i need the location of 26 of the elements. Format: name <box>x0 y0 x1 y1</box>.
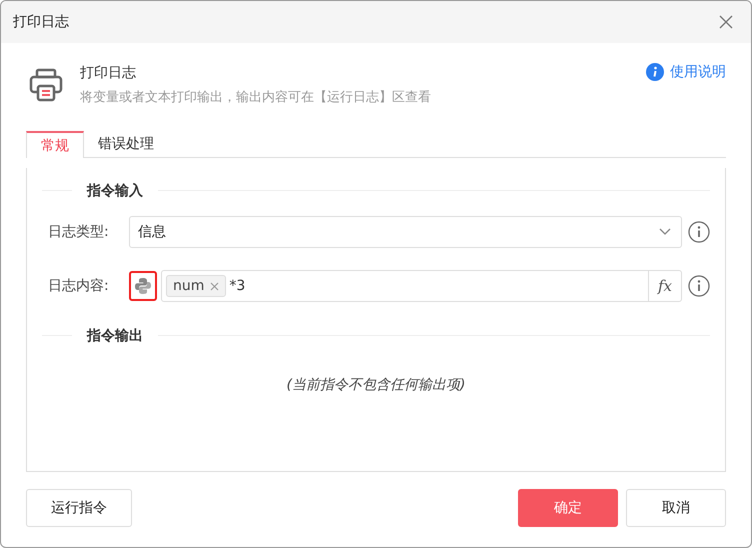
chevron-down-icon <box>659 228 671 236</box>
header-title: 打印日志 <box>80 64 137 82</box>
header-description: 将变量或者文本打印输出，输出内容可在【运行日志】区查看 <box>80 89 432 106</box>
tab[interactable]: 错误处理 <box>84 131 168 157</box>
section-title: 指令输入 <box>72 183 158 199</box>
field-label: 日志类型: <box>47 223 110 241</box>
close-icon[interactable] <box>719 15 733 29</box>
select-field[interactable]: 信息 <box>129 216 682 248</box>
info-icon[interactable] <box>688 275 710 297</box>
python-toggle[interactable] <box>129 271 157 301</box>
function-button[interactable]: fx <box>648 271 681 301</box>
remove-icon[interactable] <box>210 282 220 290</box>
button[interactable]: 取消 <box>626 489 726 527</box>
empty-message: (当前指令不包含任何输出项) <box>286 376 466 394</box>
variable-tag: num <box>166 275 226 297</box>
help-link[interactable]: 使用说明 <box>670 63 726 81</box>
python-icon <box>134 277 152 295</box>
info-icon <box>646 63 664 81</box>
tab[interactable]: 常规 <box>26 131 84 158</box>
field-label: 日志内容: <box>47 277 110 295</box>
expression-field[interactable]: num *3 fx <box>161 270 682 302</box>
section-title: 指令输出 <box>72 328 158 344</box>
printer-icon <box>28 67 64 103</box>
button[interactable]: 运行指令 <box>26 489 132 527</box>
window-title: 打印日志 <box>13 13 69 31</box>
info-icon[interactable] <box>688 221 710 243</box>
